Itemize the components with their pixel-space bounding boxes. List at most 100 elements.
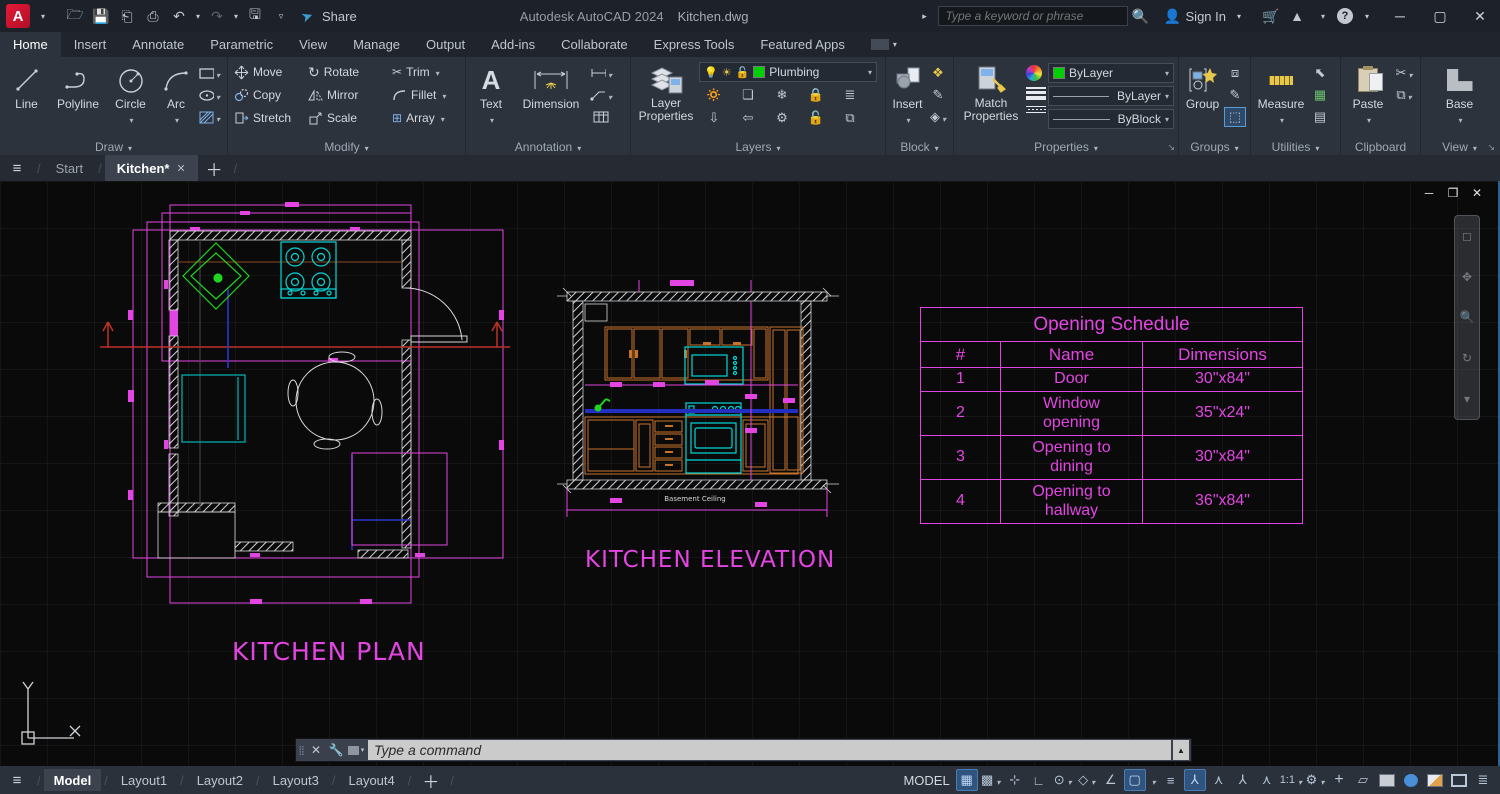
base-button[interactable]: Base xyxy=(1434,62,1486,126)
ortho-button[interactable]: ∟ xyxy=(1028,769,1050,791)
user-icon[interactable]: 👤 xyxy=(1161,4,1185,28)
circle-caret-icon[interactable] xyxy=(127,112,133,126)
redo-caret-icon[interactable]: ▾ xyxy=(231,4,241,28)
export-icon[interactable]: ⎗ xyxy=(115,4,139,28)
customize-qat-icon[interactable]: ▿ xyxy=(269,4,293,28)
group-selection-icon[interactable]: ⬚ xyxy=(1224,107,1246,127)
osnap-caret-icon[interactable] xyxy=(1148,769,1158,791)
base-caret-icon[interactable] xyxy=(1456,112,1462,126)
layer-freeze-icon[interactable]: ❄ xyxy=(771,85,793,105)
layer-match-icon[interactable]: ≣ xyxy=(839,85,861,105)
maximize-button[interactable]: ▢ xyxy=(1420,0,1460,32)
crosshair-button[interactable]: + xyxy=(1328,769,1350,791)
layer-dropdown[interactable]: 💡 ☀ 🔓 Plumbing ▾ xyxy=(699,62,877,82)
measure-button[interactable]: Measure xyxy=(1255,62,1307,126)
layout-tab-layout1[interactable]: Layout1 xyxy=(111,769,177,791)
save-as-icon[interactable]: 🖫 xyxy=(243,4,267,28)
properties-expander-icon[interactable]: ↘ xyxy=(1167,142,1175,153)
tab-express-tools[interactable]: Express Tools xyxy=(641,32,748,57)
tab-insert[interactable]: Insert xyxy=(61,32,120,57)
linetype-dropdown[interactable]: ByBlock▾ xyxy=(1048,109,1174,129)
mirror-button[interactable]: Mirror xyxy=(306,84,388,106)
layout-menu-icon[interactable]: ≡ xyxy=(0,772,34,789)
fullscreen-button[interactable] xyxy=(1448,769,1470,791)
layout-tab-layout2[interactable]: Layout2 xyxy=(187,769,253,791)
tab-annotate[interactable]: Annotate xyxy=(119,32,197,57)
layer-isolate-icon[interactable]: ❏ xyxy=(737,85,759,105)
hatch-tool-icon[interactable] xyxy=(198,107,220,127)
search-icon[interactable]: 🔍 xyxy=(1129,4,1153,28)
panel-label-clipboard[interactable]: Clipboard xyxy=(1341,138,1420,155)
trim-button[interactable]: ✂Trim xyxy=(390,61,460,83)
tab-collaborate[interactable]: Collaborate xyxy=(548,32,641,57)
osnap-button[interactable]: ▢ xyxy=(1124,769,1146,791)
plot-status-button[interactable] xyxy=(1376,769,1398,791)
copy-clip-icon[interactable]: ⧉ xyxy=(1393,85,1415,105)
array-button[interactable]: ⊞Array xyxy=(390,107,460,129)
file-tabs-menu-icon[interactable]: ≡ xyxy=(0,160,34,177)
id-point-icon[interactable]: ▤ xyxy=(1309,107,1331,127)
layer-make-current-icon[interactable]: ⇩ xyxy=(703,108,725,128)
circle-button[interactable]: Circle xyxy=(107,62,154,126)
move-button[interactable]: Move xyxy=(232,61,304,83)
isodraft-button[interactable]: ◇ xyxy=(1076,769,1098,791)
undo-caret-icon[interactable]: ▾ xyxy=(193,4,203,28)
polar-tracking-button[interactable]: ⊙ xyxy=(1052,769,1074,791)
define-attributes-icon[interactable]: ◈ xyxy=(927,107,949,127)
paste-button[interactable]: Paste xyxy=(1345,62,1391,126)
new-layout-icon[interactable]: ＋ xyxy=(422,768,439,793)
panel-label-block[interactable]: Block xyxy=(886,138,953,155)
sign-in-label[interactable]: Sign In xyxy=(1186,9,1226,24)
measure-caret-icon[interactable] xyxy=(1278,112,1284,126)
match-properties-button[interactable]: MatchProperties xyxy=(958,62,1024,123)
drawing-canvas[interactable]: ─ ❐ ✕ ◻✥🔍↻▾ xyxy=(0,181,1500,766)
layer-unlock2-icon[interactable]: 🔓 xyxy=(805,108,827,128)
model-space-button[interactable]: MODEL xyxy=(903,773,949,788)
command-recent-icon[interactable]: ▾ xyxy=(346,746,366,755)
layer-walk-icon[interactable]: ⚙ xyxy=(771,108,793,128)
command-customize-icon[interactable]: 🔧 xyxy=(326,743,346,757)
command-input[interactable]: Type a command xyxy=(368,740,1171,760)
selection-cycling-button[interactable]: ⅄ xyxy=(1184,769,1206,791)
panel-label-groups[interactable]: Groups xyxy=(1179,138,1250,155)
dynamic-ucs-button[interactable]: ⅄ xyxy=(1232,769,1254,791)
app-menu-caret-icon[interactable]: ▾ xyxy=(31,4,55,28)
panel-label-layers[interactable]: Layers xyxy=(631,138,885,155)
share-label[interactable]: Share xyxy=(322,9,357,24)
tab-home[interactable]: Home xyxy=(0,32,61,57)
panel-label-properties[interactable]: Properties xyxy=(954,138,1178,155)
arc-button[interactable]: Arc xyxy=(156,62,196,126)
leader-icon[interactable] xyxy=(590,85,612,105)
close-button[interactable]: ✕ xyxy=(1460,0,1500,32)
file-tab-kitchen[interactable]: Kitchen*✕ xyxy=(105,155,198,181)
fillet-button[interactable]: Fillet xyxy=(390,84,460,106)
grid-button[interactable]: ▦ xyxy=(956,769,978,791)
command-history-icon[interactable]: ▲ xyxy=(1173,740,1189,760)
lineweight-button[interactable]: ≡ xyxy=(1160,769,1182,791)
tab-output[interactable]: Output xyxy=(413,32,478,57)
quick-select-icon[interactable]: ⬉ xyxy=(1309,63,1331,83)
sign-in-caret-icon[interactable]: ▾ xyxy=(1227,4,1251,28)
layout-tab-layout3[interactable]: Layout3 xyxy=(263,769,329,791)
ribbon-display-toggle[interactable]: ▾ xyxy=(858,32,910,57)
ellipse-tool-icon[interactable] xyxy=(198,85,220,105)
rotate-button[interactable]: ↻Rotate xyxy=(306,61,388,83)
cut-icon[interactable]: ✂ xyxy=(1393,63,1415,83)
doc-minimize-icon[interactable]: ─ xyxy=(1422,186,1436,200)
dynamic-input-button[interactable]: ⊹ xyxy=(1004,769,1026,791)
command-grip-handle[interactable]: ⣿ xyxy=(296,745,306,756)
annotation-visibility-button[interactable]: ⋏ xyxy=(1256,769,1278,791)
insert-button[interactable]: Insert xyxy=(890,62,925,126)
edit-block-icon[interactable]: ✎ xyxy=(927,85,949,105)
group-button[interactable]: Group xyxy=(1183,62,1222,111)
dimension-button[interactable]: Dimension xyxy=(514,62,588,111)
help-icon[interactable]: ? xyxy=(1337,8,1353,24)
minimize-button[interactable]: ─ xyxy=(1380,0,1420,32)
save-icon[interactable]: 💾 xyxy=(89,4,113,28)
close-tab-icon[interactable]: ✕ xyxy=(176,162,185,175)
isolate-objects-button[interactable]: ▱ xyxy=(1352,769,1374,791)
panel-label-view[interactable]: View xyxy=(1421,138,1498,155)
layer-copy-objects-icon[interactable]: ⧉ xyxy=(839,108,861,128)
redo-icon[interactable]: ↷ xyxy=(205,4,229,28)
line-button[interactable]: Line xyxy=(4,62,49,111)
